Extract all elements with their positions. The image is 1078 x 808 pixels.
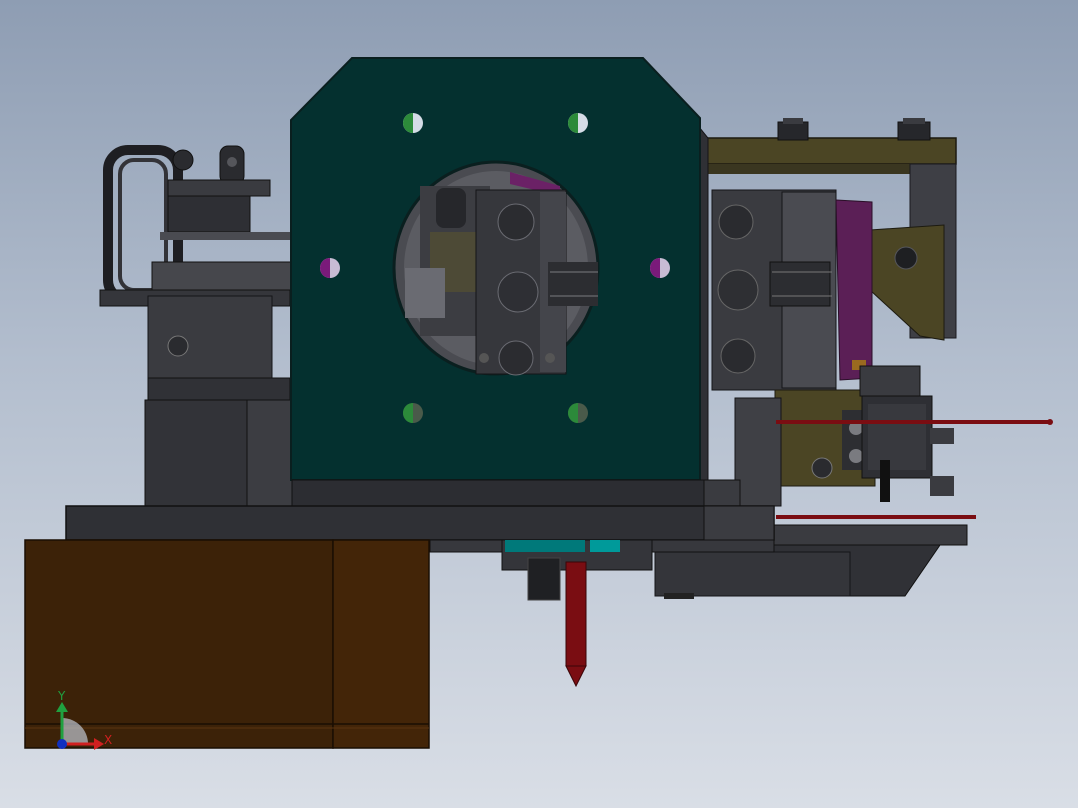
x-axis-label: X: [104, 733, 112, 747]
z-axis-dot: [57, 739, 67, 749]
left-motor-assembly: [99, 179, 293, 507]
red-rod-lower: [776, 515, 976, 519]
purple-guide-plate: [835, 199, 873, 381]
y-axis-label: Y: [57, 689, 66, 703]
cad-model-view[interactable]: Y X: [0, 0, 1078, 808]
brown-base-block: [24, 539, 430, 749]
nozzle-assembly: [501, 539, 653, 688]
right-roller-block: [711, 189, 837, 391]
cad-viewport[interactable]: Y X: [0, 0, 1078, 808]
